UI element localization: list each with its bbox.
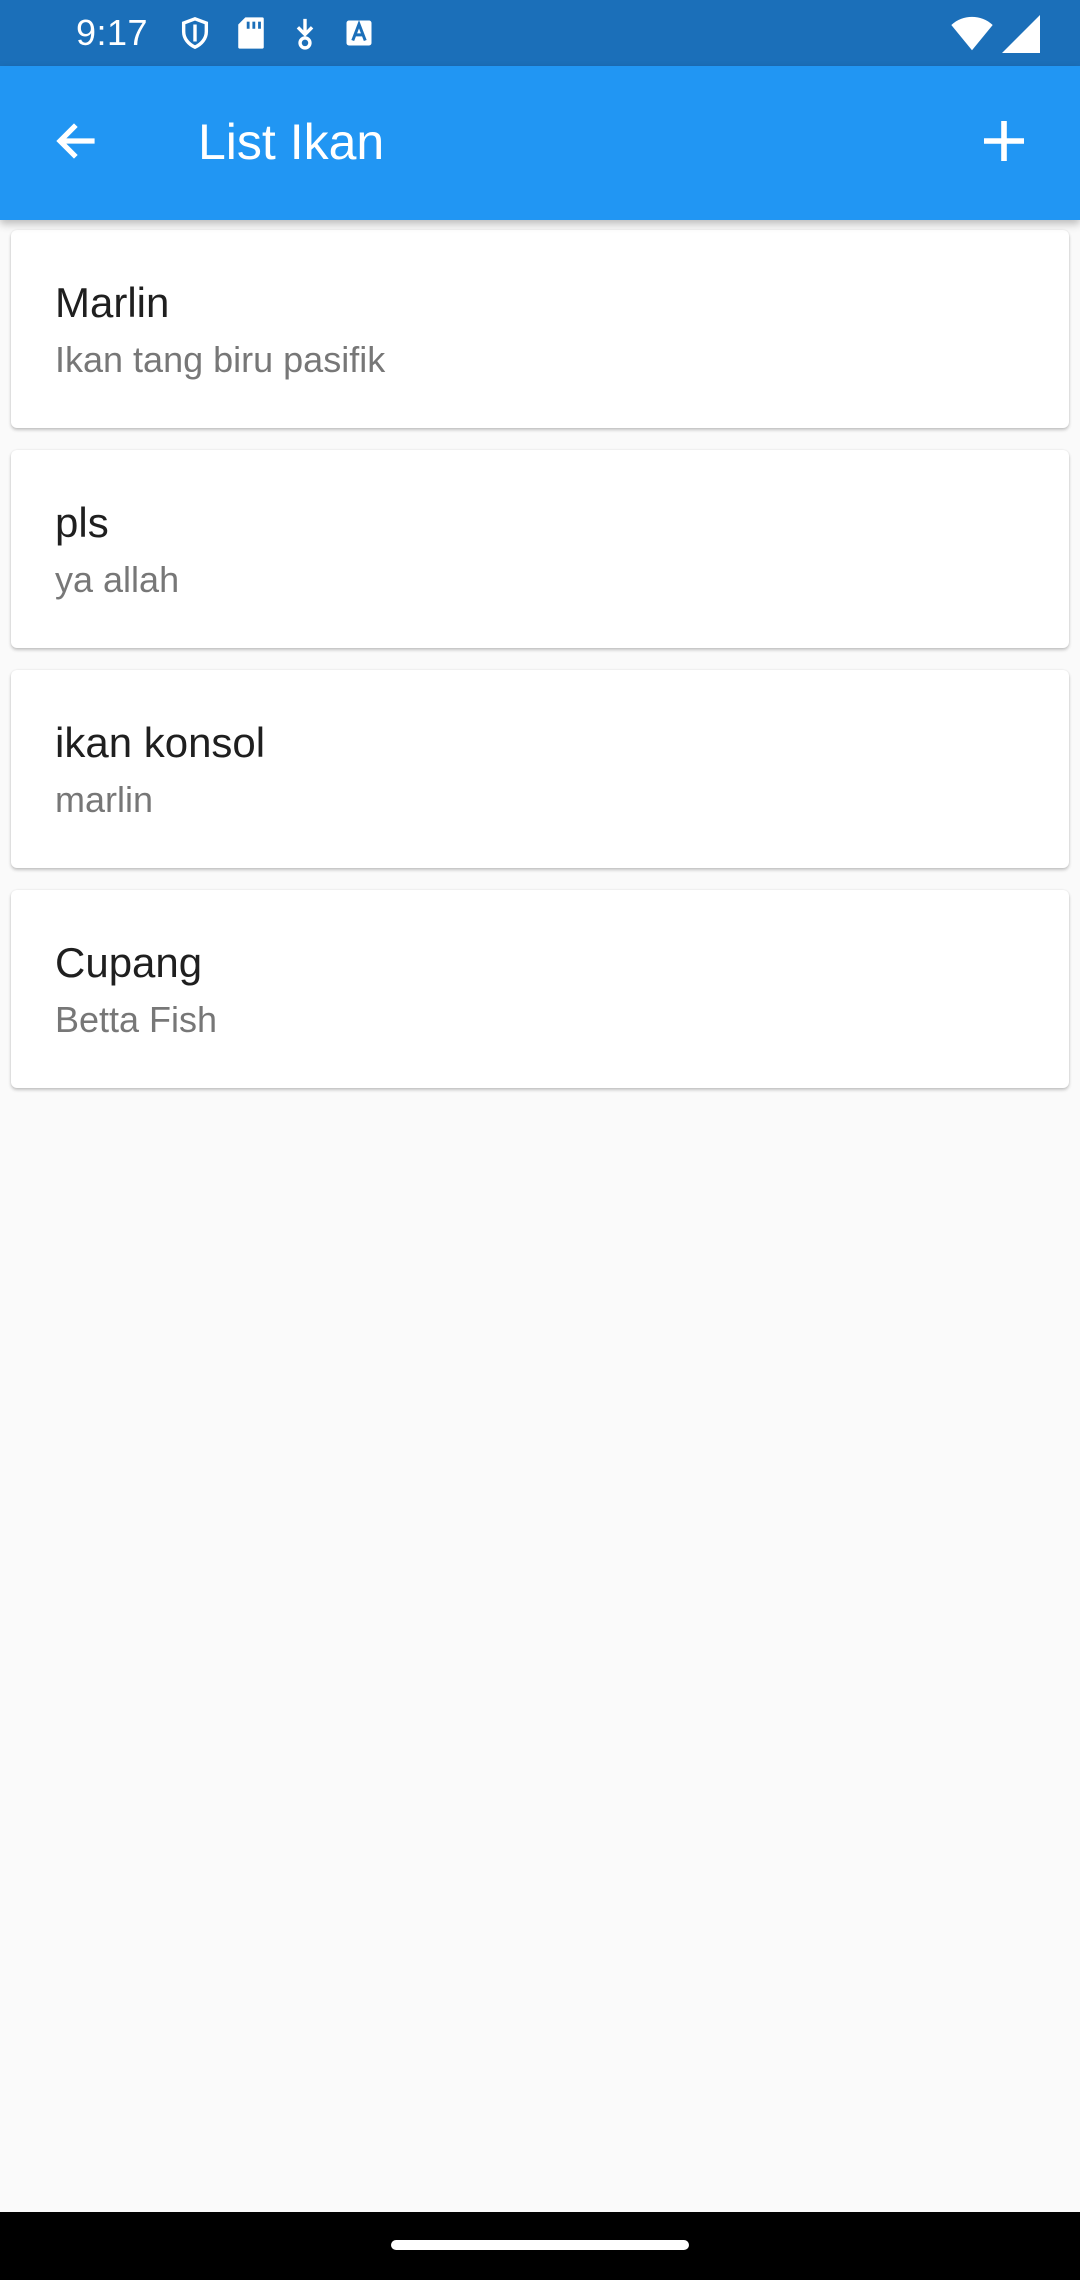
- list-item-title: ikan konsol: [55, 719, 266, 766]
- list-item-subtitle: marlin: [55, 779, 154, 820]
- wifi-icon: [950, 16, 994, 57]
- add-button[interactable]: [960, 99, 1048, 187]
- navigation-bar: [0, 2212, 1080, 2280]
- cell-signal-icon: [1002, 15, 1040, 58]
- plus-icon: [980, 117, 1028, 170]
- fish-list: Marlin Ikan tang biru pasifik pls ya all…: [11, 230, 1069, 1110]
- sd-card-icon: [236, 16, 266, 55]
- app-bar: List Ikan: [0, 66, 1080, 220]
- list-item-pls[interactable]: pls ya allah: [11, 450, 1069, 648]
- list-item-marlin[interactable]: Marlin Ikan tang biru pasifik: [11, 230, 1069, 428]
- shield-icon: [178, 16, 212, 55]
- list-item-title: pls: [55, 499, 109, 546]
- list-item-cupang[interactable]: Cupang Betta Fish: [11, 890, 1069, 1088]
- list-item-subtitle: Ikan tang biru pasifik: [55, 339, 386, 380]
- status-time: 9:17: [76, 12, 149, 53]
- status-bar: 9:17: [0, 0, 1080, 66]
- status-icons-right: [950, 15, 1040, 58]
- list-item-subtitle: Betta Fish: [55, 999, 218, 1040]
- list-item-title: Marlin: [55, 279, 170, 326]
- list-item-title: Cupang: [55, 939, 203, 986]
- home-indicator[interactable]: [391, 2240, 689, 2250]
- back-button[interactable]: [32, 99, 120, 187]
- list-item-subtitle: ya allah: [55, 559, 180, 600]
- text-a-icon: [344, 18, 374, 53]
- list-item-ikan-konsol[interactable]: ikan konsol marlin: [11, 670, 1069, 868]
- arrow-back-icon: [52, 117, 100, 170]
- page-title: List Ikan: [198, 114, 385, 170]
- download-icon: [290, 16, 320, 55]
- status-icons-left: [178, 16, 374, 55]
